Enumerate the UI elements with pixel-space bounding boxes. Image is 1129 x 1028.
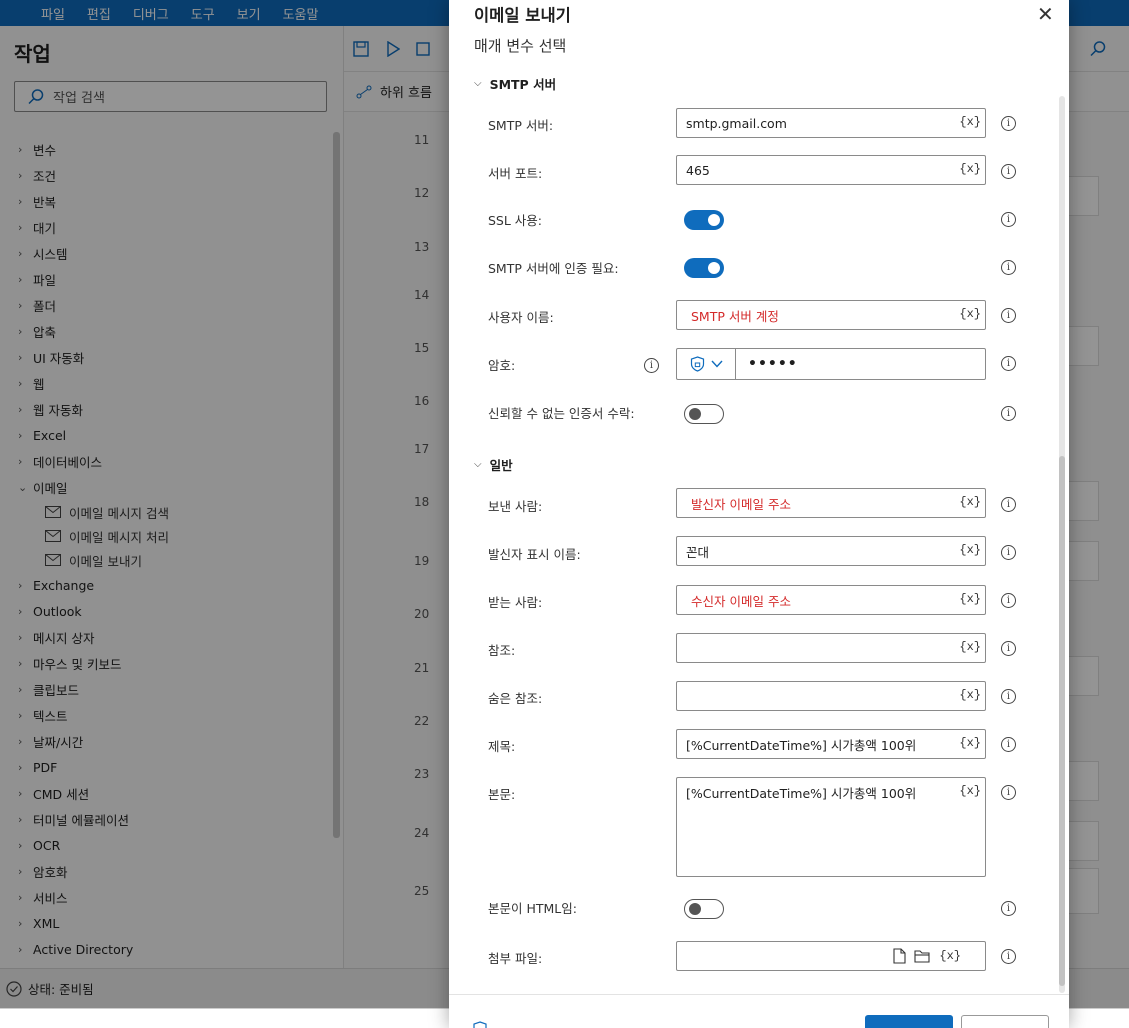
info-icon[interactable]: i — [1001, 737, 1016, 752]
label-port: 서버 포트: — [488, 166, 543, 181]
ssl-toggle[interactable] — [684, 210, 724, 230]
label-bcc: 숨은 참조: — [488, 691, 543, 706]
save-button[interactable] — [865, 1015, 953, 1028]
to-field[interactable]: 수신자 이메일 주소 {x} — [676, 585, 986, 615]
label-ssl: SSL 사용: — [488, 213, 543, 228]
info-icon[interactable]: i — [1001, 260, 1016, 275]
info-icon[interactable]: i — [1001, 116, 1016, 131]
info-icon[interactable]: i — [1001, 593, 1016, 608]
smtp-server-field[interactable]: smtp.gmail.com {x} — [676, 108, 986, 138]
variable-icon[interactable]: {x} — [939, 949, 961, 963]
label-from: 보낸 사람: — [488, 499, 543, 514]
label-cc: 참조: — [488, 643, 516, 658]
info-icon[interactable]: i — [1001, 164, 1016, 179]
chevron-down-icon — [710, 360, 723, 368]
label-to: 받는 사람: — [488, 595, 543, 610]
label-body: 본문: — [488, 787, 516, 802]
password-mode-dropdown[interactable] — [677, 349, 736, 379]
dialog-subtitle: 매개 변수 선택 — [474, 37, 567, 55]
from-field[interactable]: 발신자 이메일 주소 {x} — [676, 488, 986, 518]
send-email-dialog: 이메일 보내기 ✕ 매개 변수 선택 ⌵ SMTP 서버 SMTP 서버: smt… — [449, 0, 1069, 1028]
label-smtp-server: SMTP 서버: — [488, 118, 554, 133]
label-user: 사용자 이름: — [488, 310, 554, 325]
label-attachments: 첨부 파일: — [488, 951, 543, 966]
variable-icon[interactable]: {x} — [959, 543, 981, 557]
section-smtp[interactable]: ⌵ SMTP 서버 — [474, 74, 556, 93]
variable-icon[interactable]: {x} — [959, 162, 981, 176]
attachment-actions: {x} — [893, 948, 961, 964]
chevron-down-icon: ⌵ — [474, 459, 482, 470]
label-is-html: 본문이 HTML임: — [488, 901, 577, 916]
port-field[interactable]: 465 {x} — [676, 155, 986, 185]
variable-icon[interactable]: {x} — [959, 640, 981, 654]
display-name-field[interactable]: 꼰대 {x} — [676, 536, 986, 566]
body-field[interactable]: [%CurrentDateTime%] 시가총액 100위 {x} — [676, 777, 986, 877]
variable-icon[interactable]: {x} — [959, 736, 981, 750]
chevron-down-icon: ⌵ — [474, 78, 482, 89]
info-icon[interactable]: i — [1001, 356, 1016, 371]
dialog-footer — [449, 994, 1069, 1028]
info-icon[interactable]: i — [1001, 308, 1016, 323]
info-icon[interactable]: i — [1001, 901, 1016, 916]
label-subject: 제목: — [488, 739, 516, 754]
variable-icon[interactable]: {x} — [959, 592, 981, 606]
folder-icon[interactable] — [914, 949, 931, 963]
label-display-name: 발신자 표시 이름: — [488, 547, 581, 562]
dialog-title: 이메일 보내기 — [474, 6, 571, 25]
info-icon[interactable]: i — [1001, 497, 1016, 512]
info-icon[interactable]: i — [1001, 212, 1016, 227]
variable-icon[interactable]: {x} — [959, 784, 981, 798]
info-icon[interactable]: i — [1001, 689, 1016, 704]
info-icon[interactable]: i — [644, 358, 659, 373]
attachments-field[interactable]: {x} — [676, 941, 986, 971]
section-general[interactable]: ⌵ 일반 — [474, 455, 513, 474]
label-untrusted-cert: 신뢰할 수 없는 인증서 수락: — [488, 406, 635, 421]
info-icon[interactable]: i — [1001, 406, 1016, 421]
variable-icon[interactable]: {x} — [959, 495, 981, 509]
is-html-toggle[interactable] — [684, 899, 724, 919]
variable-icon[interactable]: {x} — [959, 307, 981, 321]
cancel-button[interactable] — [961, 1015, 1049, 1028]
label-password: 암호: — [488, 358, 516, 373]
shield-icon — [473, 1021, 487, 1028]
cc-field[interactable]: {x} — [676, 633, 986, 663]
variable-icon[interactable]: {x} — [959, 115, 981, 129]
info-icon[interactable]: i — [1001, 641, 1016, 656]
close-icon[interactable]: ✕ — [1037, 2, 1054, 26]
file-icon[interactable] — [893, 948, 906, 964]
dialog-scrollbar[interactable] — [1059, 96, 1065, 993]
info-icon[interactable]: i — [1001, 949, 1016, 964]
label-auth: SMTP 서버에 인증 필요: — [488, 261, 619, 276]
info-icon[interactable]: i — [1001, 545, 1016, 560]
bcc-field[interactable]: {x} — [676, 681, 986, 711]
info-icon[interactable]: i — [1001, 785, 1016, 800]
username-field[interactable]: SMTP 서버 계정 {x} — [676, 300, 986, 330]
auth-toggle[interactable] — [684, 258, 724, 278]
variable-icon[interactable]: {x} — [959, 688, 981, 702]
untrusted-cert-toggle[interactable] — [684, 404, 724, 424]
password-field[interactable]: ••••• — [676, 348, 986, 380]
shield-lock-icon — [690, 356, 704, 372]
subject-field[interactable]: [%CurrentDateTime%] 시가총액 100위 {x} — [676, 729, 986, 759]
